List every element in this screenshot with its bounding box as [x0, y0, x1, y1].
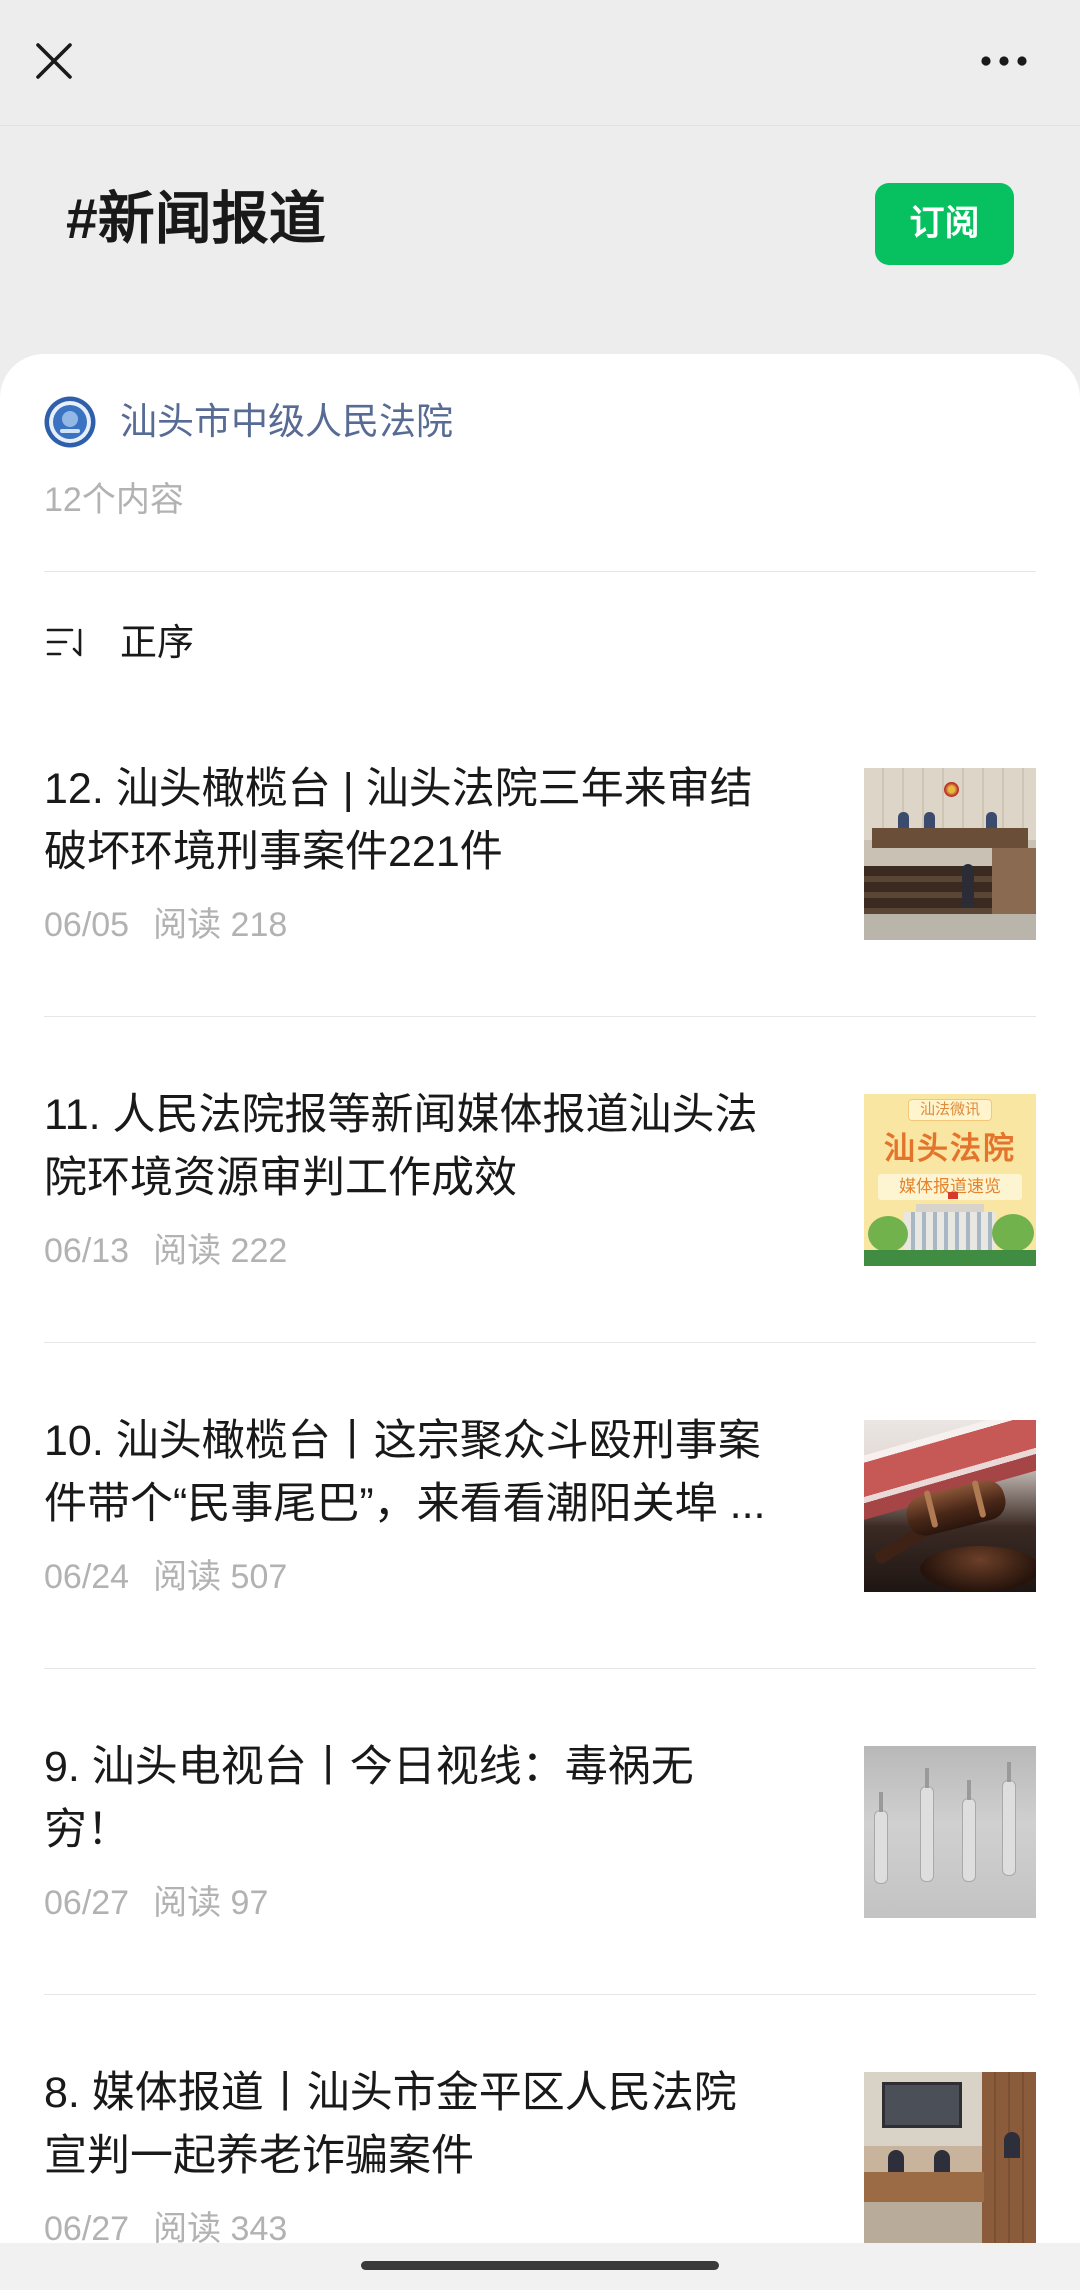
title-line: 10. 汕头橄榄台丨这宗聚众斗殴刑事案 [44, 1417, 761, 1465]
sort-toggle[interactable]: 正序 [44, 572, 1036, 691]
article-title: 9. 汕头电视台丨今日视线：毒祸无 穷！ [44, 1736, 854, 1862]
thumb-sound-block [920, 1546, 1036, 1592]
thumb-ground [864, 1250, 1036, 1266]
thumb-screen [882, 2082, 962, 2128]
subscribe-button[interactable]: 订阅 [875, 183, 1014, 265]
article-title: 8. 媒体报道丨汕头市金平区人民法院 宣判一起养老诈骗案件 [44, 2062, 854, 2188]
top-nav-bar [0, 0, 1080, 126]
thumb-syringe [1002, 1780, 1016, 1876]
thumb-judges-bench [872, 828, 1028, 848]
article-read-count: 阅读 218 [153, 906, 288, 944]
article-date: 06/13 [44, 1232, 130, 1270]
title-line: 11. 人民法院报等新闻媒体报道汕头法 [44, 1091, 758, 1139]
article-list: 12. 汕头橄榄台 | 汕头法院三年来审结 破坏环境刑事案件221件 06/05… [44, 691, 1036, 2265]
thumb-wood-panel [982, 2072, 1036, 2244]
thumb-person [898, 812, 909, 829]
court-emblem-icon[interactable] [44, 396, 96, 448]
title-line: 破坏环境刑事案件221件 [44, 828, 503, 876]
thumb-floor [864, 2202, 982, 2244]
title-line: 件带个“民事尾巴”，来看看潮阳关埠... [44, 1473, 854, 1536]
article-meta: 06/27 阅读 97 [44, 1880, 268, 1926]
article-title: 11. 人民法院报等新闻媒体报道汕头法 院环境资源审判工作成效 [44, 1084, 854, 1210]
thumb-tag: 汕法微讯 [908, 1099, 992, 1121]
title-line-text: 件带个“民事尾巴”，来看看潮阳关埠 [44, 1480, 718, 1528]
thumb-heading: 汕头法院 [884, 1131, 1016, 1166]
article-item[interactable]: 12. 汕头橄榄台 | 汕头法院三年来审结 破坏环境刑事案件221件 06/05… [44, 691, 1036, 1017]
article-item[interactable]: 11. 人民法院报等新闻媒体报道汕头法 院环境资源审判工作成效 06/13 阅读 … [44, 1017, 1036, 1343]
article-thumbnail: 汕法微讯 汕头法院 媒体报道速览 [864, 1094, 1036, 1266]
article-title: 12. 汕头橄榄台 | 汕头法院三年来审结 破坏环境刑事案件221件 [44, 758, 854, 884]
topic-title: #新闻报道 [66, 187, 326, 251]
thumb-floor [864, 914, 1036, 940]
thumb-plunger [967, 1780, 971, 1800]
thumb-flag [948, 1192, 958, 1199]
title-truncation: ... [729, 1480, 766, 1528]
sort-label[interactable]: 正序 [120, 618, 194, 668]
title-line: 9. 汕头电视台丨今日视线：毒祸无 [44, 1743, 694, 1791]
thumb-tree [868, 1216, 908, 1252]
thumb-plunger [879, 1792, 883, 1812]
thumb-person [1004, 2132, 1020, 2158]
title-line: 12. 汕头橄榄台 | 汕头法院三年来审结 [44, 765, 753, 813]
thumb-side-desk [992, 848, 1036, 914]
title-line: 8. 媒体报道丨汕头市金平区人民法院 [44, 2069, 737, 2117]
thumb-tree [992, 1214, 1034, 1252]
article-meta: 06/24 阅读 507 [44, 1554, 287, 1600]
article-meta: 06/13 阅读 222 [44, 1228, 287, 1274]
home-indicator[interactable] [361, 2261, 719, 2270]
article-thumbnail [864, 1746, 1036, 1918]
thumb-syringe [920, 1786, 934, 1882]
article-read-count: 阅读 507 [153, 1558, 288, 1596]
more-icon[interactable] [978, 49, 1030, 73]
content-count: 12个内容 [44, 481, 184, 519]
article-thumbnail [864, 2072, 1036, 2244]
thumb-plunger [925, 1768, 929, 1788]
article-thumbnail [864, 1420, 1036, 1592]
article-date: 06/24 [44, 1558, 130, 1596]
thumb-person [924, 812, 935, 829]
title-line: 宣判一起养老诈骗案件 [44, 2132, 474, 2180]
close-icon[interactable] [32, 39, 76, 83]
thumb-plunger [1007, 1762, 1011, 1782]
thumb-building [904, 1212, 996, 1254]
article-title: 10. 汕头橄榄台丨这宗聚众斗殴刑事案 件带个“民事尾巴”，来看看潮阳关埠... [44, 1410, 854, 1536]
article-date: 06/05 [44, 906, 130, 944]
title-line: 院环境资源审判工作成效 [44, 1154, 517, 1202]
article-item[interactable]: 10. 汕头橄榄台丨这宗聚众斗殴刑事案 件带个“民事尾巴”，来看看潮阳关埠...… [44, 1343, 1036, 1669]
account-row[interactable]: 汕头市中级人民法院 [44, 396, 1036, 448]
thumb-syringe [962, 1798, 976, 1882]
topic-card: 汕头市中级人民法院 12个内容 正序 12. 汕头橄榄台 | 汕头法院三年来审结… [0, 354, 1080, 2290]
article-read-count: 阅读 222 [153, 1232, 288, 1270]
thumb-syringe [874, 1810, 888, 1884]
sort-order-icon[interactable] [44, 626, 88, 660]
account-name[interactable]: 汕头市中级人民法院 [120, 396, 453, 448]
thumb-desk [864, 2172, 984, 2202]
article-item[interactable]: 8. 媒体报道丨汕头市金平区人民法院 宣判一起养老诈骗案件 06/27 阅读 34… [44, 1995, 1036, 2265]
article-thumbnail [864, 768, 1036, 940]
thumb-person [962, 864, 974, 908]
article-item[interactable]: 9. 汕头电视台丨今日视线：毒祸无 穷！ 06/27 阅读 97 [44, 1669, 1036, 1995]
article-date: 06/27 [44, 1884, 130, 1922]
article-meta: 06/05 阅读 218 [44, 902, 287, 948]
thumb-court-emblem [944, 782, 959, 797]
title-line: 穷！ [44, 1806, 130, 1854]
article-read-count: 阅读 97 [153, 1884, 269, 1922]
thumb-person [986, 812, 997, 829]
home-bar [0, 2243, 1080, 2290]
